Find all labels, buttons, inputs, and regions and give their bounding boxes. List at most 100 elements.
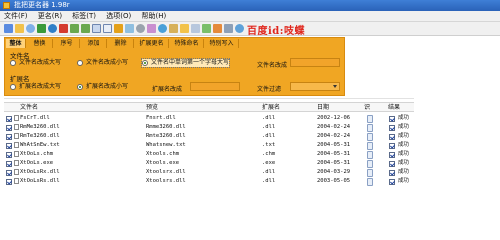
tab-sequence[interactable]: 序号: [54, 39, 80, 48]
watermark-text: 百度id:吱蝶: [247, 26, 305, 37]
window-title: 批把更名器 1.98r: [14, 1, 70, 9]
add-files-icon[interactable]: [4, 24, 13, 33]
col-result[interactable]: 结果: [388, 103, 400, 113]
file-name: FsCrT.dll: [20, 115, 50, 121]
undo-icon[interactable]: [37, 24, 46, 33]
file-date: 2004-05-31: [317, 142, 351, 148]
radio-dot: [142, 60, 148, 66]
move-up-icon[interactable]: [70, 24, 79, 33]
table-row[interactable]: FsCrT.dll Fnsrt.dll .dll 2002-12-06 成功: [4, 114, 414, 123]
result-checkbox[interactable]: [389, 160, 395, 167]
row-checkbox[interactable]: [6, 151, 12, 158]
move-down-icon[interactable]: [81, 24, 90, 33]
radio-ext-lower[interactable]: 扩展名改成小写: [77, 83, 128, 91]
tab-overall[interactable]: 整体: [6, 39, 26, 48]
menu-rename[interactable]: 更名(R): [34, 11, 66, 22]
about-icon[interactable]: [235, 24, 244, 33]
deselect-icon[interactable]: [103, 24, 112, 33]
table-row[interactable]: RmTe3260.dll Rmte3260.dll .dll 2004-02-2…: [4, 132, 414, 141]
file-date: 2003-05-05: [317, 178, 351, 184]
select-all-icon[interactable]: [92, 24, 101, 33]
tab-add[interactable]: 添加: [81, 39, 107, 48]
table-row[interactable]: RmMe3260.dll Rmme3260.dll .dll 2004-02-2…: [4, 123, 414, 132]
row-checkbox[interactable]: [6, 169, 12, 176]
ext-group-label: 扩展名: [10, 75, 30, 83]
row-checkbox[interactable]: [6, 133, 12, 140]
note-icon: [367, 114, 373, 123]
row-checkbox[interactable]: [6, 178, 12, 185]
file-filter-dropdown[interactable]: [290, 82, 340, 91]
result-checkbox[interactable]: [389, 151, 395, 158]
menu-options[interactable]: 选项(O): [102, 11, 135, 22]
search-icon[interactable]: [26, 24, 35, 33]
row-checkbox[interactable]: [6, 124, 12, 131]
file-ext: .dll: [262, 133, 276, 139]
delete-icon[interactable]: [59, 24, 68, 33]
file-icon: [14, 151, 19, 157]
refresh-icon[interactable]: [48, 24, 57, 33]
radio-filename-titlecase[interactable]: 文件名中单词第一个字母大写: [140, 58, 231, 68]
menu-help[interactable]: 帮助(H): [138, 11, 171, 22]
filename-changeto-field[interactable]: [290, 58, 340, 67]
row-checkbox[interactable]: [6, 160, 12, 167]
file-name: XtOoLsRs.dll: [20, 178, 60, 184]
col-extension[interactable]: 扩展名: [262, 103, 280, 113]
settings-icon[interactable]: [136, 24, 145, 33]
tab-special-write[interactable]: 特别写入: [205, 39, 239, 48]
file-date: 2004-05-31: [317, 151, 351, 157]
col-filename[interactable]: 文件名: [20, 103, 38, 113]
table-row[interactable]: XtOoLsRs.dll Xtoolsrs.dll .dll 2003-05-0…: [4, 177, 414, 186]
pen-icon[interactable]: [169, 24, 178, 33]
ext-changeto-field[interactable]: [190, 82, 240, 91]
tag-icon[interactable]: [147, 24, 156, 33]
tab-special-naming[interactable]: 特殊命名: [170, 39, 204, 48]
list-icon[interactable]: [191, 24, 200, 33]
radio-filename-upper[interactable]: 文件名改成大写: [10, 59, 61, 67]
radio-ext-upper[interactable]: 扩展名改成大写: [10, 83, 61, 91]
col-date[interactable]: 日期: [317, 103, 329, 113]
file-ext: .dll: [262, 115, 276, 121]
result-checkbox[interactable]: [389, 169, 395, 176]
radio-label: 文件名改成大写: [19, 59, 62, 66]
file-name: WhAtSnEw.txt: [20, 142, 60, 148]
file-result: 成功: [398, 115, 410, 121]
folder-icon[interactable]: [180, 24, 189, 33]
info-icon[interactable]: [158, 24, 167, 33]
radio-filename-lower[interactable]: 文件名改成小写: [77, 59, 128, 67]
result-checkbox[interactable]: [389, 124, 395, 131]
file-icon: [14, 115, 19, 121]
preview-icon[interactable]: [125, 24, 134, 33]
row-checkbox[interactable]: [6, 142, 12, 149]
file-ext: .dll: [262, 178, 276, 184]
menu-file[interactable]: 文件(F): [0, 11, 32, 22]
tab-delete[interactable]: 删除: [108, 39, 134, 48]
filter-icon[interactable]: [202, 24, 211, 33]
radio-label: 文件名中单词第一个字母大写: [151, 59, 230, 66]
table-row[interactable]: WhAtSnEw.txt Whatsnew.txt .txt 2004-05-3…: [4, 141, 414, 150]
tab-replace[interactable]: 替换: [27, 39, 53, 48]
file-ext: .dll: [262, 124, 276, 130]
file-preview: Fnsrt.dll: [146, 115, 176, 121]
tab-ext-rename[interactable]: 扩展更名: [135, 39, 169, 48]
result-checkbox[interactable]: [389, 115, 395, 122]
table-row[interactable]: XtOoLs.chm Xtools.chm .chm 2004-05-31 成功: [4, 150, 414, 159]
file-date: 2004-05-31: [317, 160, 351, 166]
result-checkbox[interactable]: [389, 142, 395, 149]
wrench-icon[interactable]: [224, 24, 233, 33]
col-preview[interactable]: 预览: [146, 103, 158, 113]
rename-icon[interactable]: [114, 24, 123, 33]
result-checkbox[interactable]: [389, 133, 395, 140]
row-checkbox[interactable]: [6, 115, 12, 122]
menu-tags[interactable]: 标签(T): [68, 11, 100, 22]
radio-label: 文件名改成小写: [86, 59, 129, 66]
file-icon: [14, 169, 19, 175]
table-row[interactable]: XtOoLs.exe Xtools.exe .exe 2004-05-31 成功: [4, 159, 414, 168]
result-checkbox[interactable]: [389, 178, 395, 185]
open-folder-icon[interactable]: [15, 24, 24, 33]
table-row[interactable]: XtOoLsRx.dll Xtoolsrx.dll .dll 2004-03-2…: [4, 168, 414, 177]
note-icon: [367, 159, 373, 168]
file-preview: Xtools.chm: [146, 151, 180, 157]
col-flag[interactable]: 识: [364, 103, 370, 113]
file-table-header: 文件名 预览 扩展名 日期 识 结果: [4, 102, 414, 112]
sort-icon[interactable]: [213, 24, 222, 33]
